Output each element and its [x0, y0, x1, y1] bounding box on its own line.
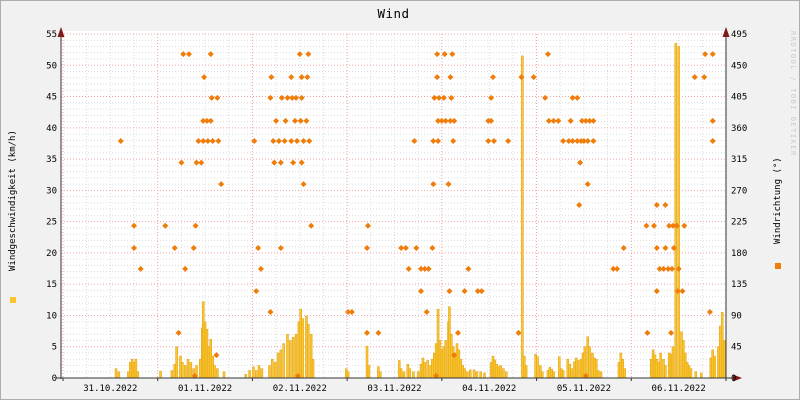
svg-text:50: 50 [46, 61, 57, 71]
svg-text:315: 315 [731, 155, 747, 165]
svg-text:270: 270 [731, 186, 747, 196]
svg-text:20: 20 [46, 249, 57, 259]
svg-text:01.11.2022: 01.11.2022 [178, 384, 232, 394]
svg-text:5: 5 [52, 343, 57, 353]
rrdtool-wind-graph: 0 5 10 15 20 25 30 35 40 45 50 55 0 45 90 135 180 225 270 3… [0, 0, 800, 400]
svg-text:06.11.2022: 06.11.2022 [652, 384, 706, 394]
svg-text:225: 225 [731, 218, 747, 228]
svg-text:03.11.2022: 03.11.2022 [367, 384, 421, 394]
svg-text:40: 40 [46, 124, 57, 134]
right-axis-label: Windrichtung (°) [773, 157, 783, 244]
svg-text:15: 15 [46, 280, 57, 290]
svg-text:55: 55 [46, 30, 57, 40]
svg-text:10: 10 [46, 311, 57, 321]
svg-text:0: 0 [52, 374, 57, 384]
svg-text:405: 405 [731, 93, 747, 103]
svg-text:450: 450 [731, 61, 747, 71]
svg-text:30: 30 [46, 186, 57, 196]
svg-text:31.10.2022: 31.10.2022 [83, 384, 137, 394]
rrdtool-watermark: RRDTOOL / TOBI OETIKER [789, 31, 797, 157]
svg-text:495: 495 [731, 30, 747, 40]
svg-text:25: 25 [46, 218, 57, 228]
chart-title: Wind [377, 6, 410, 21]
svg-text:45: 45 [731, 343, 742, 353]
wind-direction-legend-swatch [775, 263, 781, 269]
chart-canvas: 0 5 10 15 20 25 30 35 40 45 50 55 0 45 90 135 180 225 270 3… [46, 27, 747, 394]
left-axis-label: Windgeschwindigkeit (km/h) [8, 130, 18, 271]
svg-text:45: 45 [46, 93, 57, 103]
svg-text:135: 135 [731, 280, 747, 290]
svg-text:35: 35 [46, 155, 57, 165]
svg-text:0: 0 [731, 374, 736, 384]
svg-text:04.11.2022: 04.11.2022 [462, 384, 516, 394]
svg-text:05.11.2022: 05.11.2022 [557, 384, 611, 394]
svg-text:180: 180 [731, 249, 747, 259]
wind-speed-legend-swatch [10, 297, 16, 303]
svg-text:360: 360 [731, 124, 747, 134]
svg-text:90: 90 [731, 311, 742, 321]
svg-text:02.11.2022: 02.11.2022 [273, 384, 327, 394]
